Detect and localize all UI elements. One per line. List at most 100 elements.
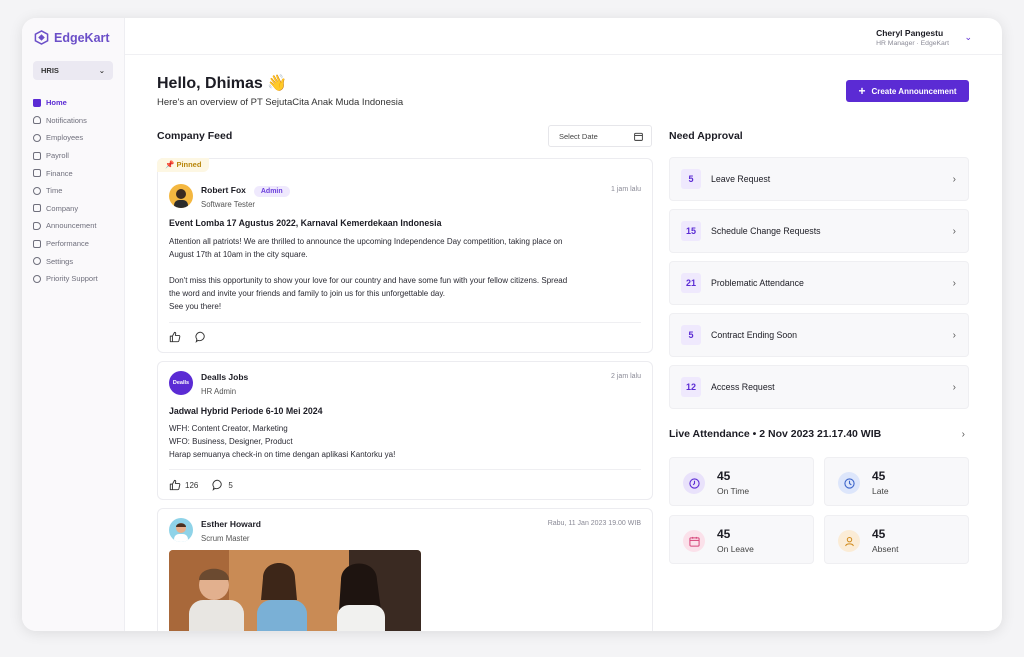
post-author-role: HR Admin	[201, 387, 237, 396]
sidebar-item-label: Home	[46, 98, 67, 108]
support-icon	[33, 274, 41, 283]
sidebar-item-settings[interactable]: Settings	[33, 252, 98, 270]
post-actions	[169, 331, 207, 343]
sidebar-item-label: Time	[46, 186, 63, 196]
like-button[interactable]	[169, 331, 181, 343]
user-role: HR Manager · EdgeKart	[876, 40, 949, 47]
post-body-line: Attention all patriots! We are thrilled …	[169, 237, 563, 246]
attendance-label: Late	[872, 486, 889, 496]
post-body-line: WFO: Business, Designer, Product	[169, 437, 293, 446]
post-author[interactable]: Robert Fox Admin	[201, 185, 290, 197]
post-actions: 126 5	[169, 479, 233, 491]
avatar[interactable]	[169, 184, 193, 208]
page-subtitle: Here's an overview of PT SejutaCita Anak…	[157, 97, 404, 108]
live-attendance-header[interactable]: Live Attendance • 2 Nov 2023 21.17.40 WI…	[669, 428, 969, 440]
attendance-label: On Time	[717, 486, 750, 496]
pinned-badge: 📌 Pinned	[157, 158, 210, 172]
sidebar-item-finance[interactable]: Finance	[33, 164, 98, 182]
like-count: 126	[185, 480, 199, 490]
finance-icon	[33, 169, 41, 178]
post-author-name[interactable]: Esther Howard	[201, 519, 261, 529]
create-announcement-button[interactable]: + Create Announcement	[846, 80, 969, 102]
plus-icon: +	[858, 84, 866, 98]
user-name: Cheryl Pangestu	[876, 28, 944, 38]
person-avatar-icon	[174, 523, 188, 542]
post-title: Event Lomba 17 Agustus 2022, Karnaval Ke…	[169, 218, 442, 228]
home-icon	[33, 98, 41, 107]
divider	[169, 322, 641, 323]
approval-count: 15	[681, 221, 701, 241]
date-picker[interactable]: Select Date	[548, 125, 652, 147]
avatar[interactable]: Dealls	[169, 371, 193, 395]
module-select-label: HRIS	[41, 66, 59, 75]
top-bar: Cheryl Pangestu HR Manager · EdgeKart ⌄	[125, 18, 1002, 55]
attendance-card-on-time[interactable]: 45 On Time	[669, 457, 814, 506]
sidebar-item-performance[interactable]: Performance	[33, 235, 98, 253]
attendance-value: 45	[872, 527, 886, 541]
need-approval-title: Need Approval	[669, 130, 743, 142]
like-button[interactable]: 126	[169, 479, 198, 491]
post-title: Jadwal Hybrid Periode 6-10 Mei 2024	[169, 406, 323, 416]
attendance-card-absent[interactable]: 45 Absent	[824, 515, 969, 564]
approval-label: Problematic Attendance	[711, 278, 804, 288]
comment-button[interactable]	[195, 331, 207, 343]
app-window: EdgeKart HRIS ⌄ Home Notifications Emplo…	[22, 18, 1002, 631]
attendance-card-on-leave[interactable]: 45 On Leave	[669, 515, 814, 564]
logo[interactable]: EdgeKart	[34, 30, 110, 45]
sidebar-item-label: Priority Support	[46, 274, 98, 284]
attendance-label: On Leave	[717, 544, 754, 554]
admin-badge: Admin	[253, 186, 290, 197]
attendance-value: 45	[872, 469, 886, 483]
post-author-name[interactable]: Dealls Jobs	[201, 372, 248, 382]
sidebar-item-company[interactable]: Company	[33, 200, 98, 218]
post-image[interactable]	[169, 550, 421, 631]
comment-count: 5	[228, 480, 233, 490]
chevron-right-icon: ›	[952, 173, 956, 185]
divider	[169, 469, 641, 470]
gear-icon	[33, 257, 41, 266]
clock-icon	[683, 472, 705, 494]
clock-icon	[838, 472, 860, 494]
live-attendance-title: Live Attendance • 2 Nov 2023 21.17.40 WI…	[669, 428, 882, 440]
comment-icon	[212, 479, 223, 491]
chevron-right-icon: ›	[952, 277, 956, 289]
post-author-name: Robert Fox	[201, 185, 246, 195]
approval-item-problematic-attendance[interactable]: 21 Problematic Attendance ›	[669, 261, 969, 305]
feed-post: 📌 Pinned Robert Fox Admin Software Tester…	[157, 158, 653, 353]
building-icon	[33, 204, 41, 213]
chevron-down-icon[interactable]: ⌄	[964, 32, 972, 43]
post-author-role: Software Tester	[201, 200, 256, 209]
feed-post: Esther Howard Scrum Master Rabu, 11 Jan …	[157, 508, 653, 631]
user-menu[interactable]: Cheryl Pangestu HR Manager · EdgeKart	[876, 28, 949, 47]
sidebar-item-employees[interactable]: Employees	[33, 129, 98, 147]
comment-icon	[195, 331, 205, 343]
approval-item-schedule-change[interactable]: 15 Schedule Change Requests ›	[669, 209, 969, 253]
sidebar-item-home[interactable]: Home	[33, 94, 98, 112]
sidebar-item-label: Company	[46, 203, 79, 213]
module-select[interactable]: HRIS ⌄	[33, 61, 113, 80]
approval-count: 5	[681, 169, 701, 189]
logo-text: EdgeKart	[54, 30, 110, 45]
post-body: Attention all patriots! We are thrilled …	[169, 235, 644, 313]
company-feed-title: Company Feed	[157, 130, 233, 142]
avatar[interactable]	[169, 518, 193, 542]
sidebar-item-label: Settings	[46, 256, 74, 266]
sidebar-item-time[interactable]: Time	[33, 182, 98, 200]
approval-count: 12	[681, 377, 701, 397]
approval-item-access-request[interactable]: 12 Access Request ›	[669, 365, 969, 409]
chart-icon	[33, 239, 41, 248]
approval-item-contract-ending[interactable]: 5 Contract Ending Soon ›	[669, 313, 969, 357]
sidebar-item-payroll[interactable]: Payroll	[33, 147, 98, 165]
attendance-card-late[interactable]: 45 Late	[824, 457, 969, 506]
calendar-icon	[634, 132, 643, 141]
approval-item-leave-request[interactable]: 5 Leave Request ›	[669, 157, 969, 201]
sidebar-item-label: Performance	[46, 239, 89, 249]
comment-button[interactable]: 5	[212, 479, 233, 491]
post-body-line: See you there!	[169, 302, 222, 311]
post-body-line: August 17th at 10am in the city square.	[169, 250, 308, 259]
sidebar-item-announcement[interactable]: Announcement	[33, 217, 98, 235]
chevron-right-icon: ›	[952, 329, 956, 341]
sidebar-item-notifications[interactable]: Notifications	[33, 112, 98, 130]
attendance-label: Absent	[872, 544, 899, 554]
sidebar-item-priority-support[interactable]: Priority Support	[33, 270, 98, 288]
